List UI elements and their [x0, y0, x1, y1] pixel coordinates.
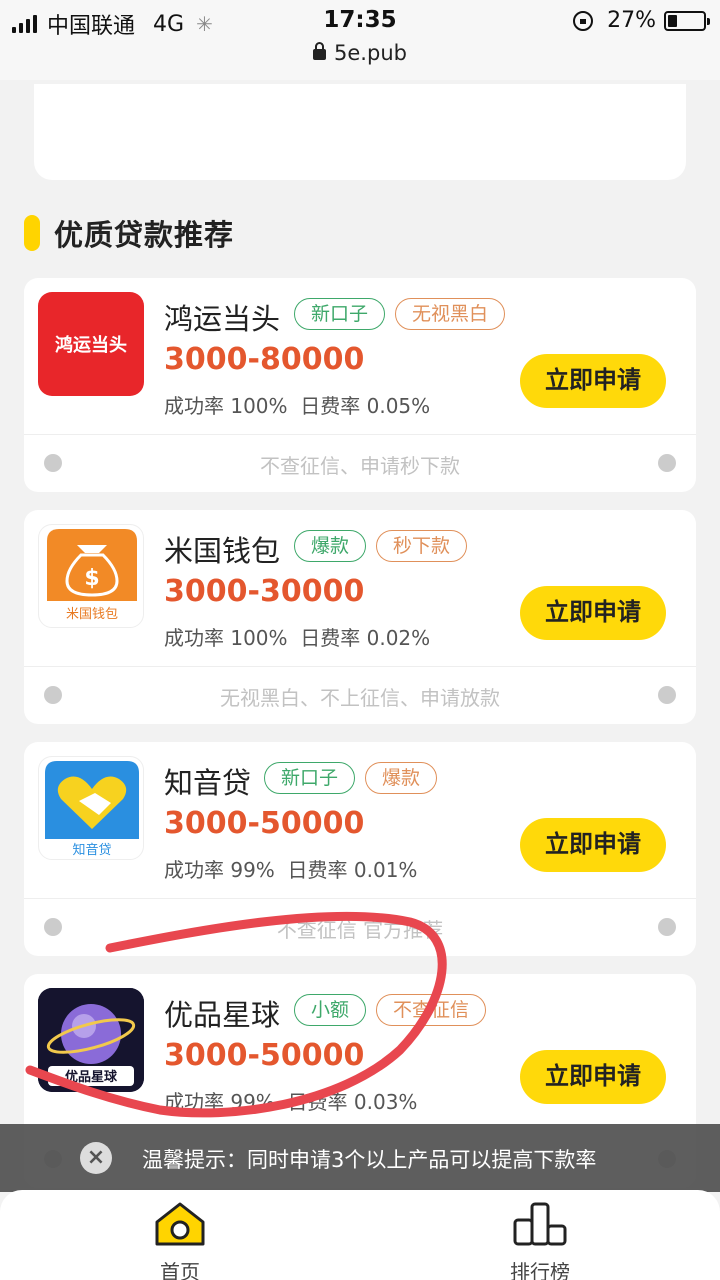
product-card[interactable]: $ 米国钱包 米国钱包 爆款 秒下款 3000-30000 成功率 100% 日… [24, 510, 696, 724]
product-tag: 新口子 [294, 298, 386, 330]
product-tag: 爆款 [365, 762, 438, 794]
product-logo: $ 米国钱包 [38, 524, 144, 628]
product-note: 不查征信、申请秒下款 [260, 454, 460, 478]
product-tag: 小额 [294, 994, 367, 1026]
lock-icon [313, 42, 327, 60]
product-stats: 成功率 99% 日费率 0.01% [164, 854, 417, 883]
product-tag: 爆款 [294, 530, 367, 562]
divider [24, 434, 696, 435]
loan-amount: 3000-80000 [164, 342, 365, 377]
home-icon [155, 1202, 205, 1246]
handshake-heart-icon: 知音贷 [41, 759, 143, 859]
product-logo: 知音贷 [38, 756, 144, 860]
product-tags: 新口子 无视黑白 [294, 298, 506, 330]
divider [24, 666, 696, 667]
product-tag: 新口子 [264, 762, 356, 794]
product-tags: 新口子 爆款 [264, 762, 438, 794]
svg-text:优品星球: 优品星球 [65, 1069, 118, 1085]
divider [24, 898, 696, 899]
product-note: 不查征信 官方推荐 [276, 918, 444, 942]
daily-rate: 日费率 0.02% [300, 626, 431, 650]
status-bar: 中国联通 4G ✳ 17:35 27% [0, 0, 720, 42]
product-name: 优品星球 [164, 998, 281, 1032]
section-header: 优质贷款推荐 [24, 212, 234, 254]
battery-icon [664, 10, 710, 31]
loan-amount: 3000-30000 [164, 574, 365, 609]
daily-rate: 日费率 0.01% [287, 858, 418, 882]
success-rate: 成功率 99% [164, 858, 275, 882]
tip-message: 温馨提示：同时申请3个以上产品可以提高下款率 [142, 1148, 597, 1172]
product-tag: 秒下款 [376, 530, 468, 562]
url-text: 5e.pub [334, 41, 407, 65]
bottom-tab-bar: 首页 排行榜 [0, 1190, 720, 1280]
apply-button[interactable]: 立即申请 [520, 586, 666, 640]
product-tag: 无视黑白 [395, 298, 506, 330]
product-name: 米国钱包 [164, 534, 281, 568]
tip-toast: × 温馨提示：同时申请3个以上产品可以提高下款率 [0, 1124, 720, 1192]
banner-card [34, 84, 686, 180]
apply-button[interactable]: 立即申请 [520, 1050, 666, 1104]
success-rate: 成功率 100% [164, 394, 288, 418]
product-note: 无视黑白、不上征信、申请放款 [220, 686, 500, 710]
product-name: 知音贷 [164, 766, 252, 800]
daily-rate: 日费率 0.03% [287, 1090, 418, 1114]
product-stats: 成功率 100% 日费率 0.05% [164, 390, 430, 419]
planet-icon: 优品星球 [38, 988, 144, 1092]
success-rate: 成功率 99% [164, 1090, 275, 1114]
product-name: 鸿运当头 [164, 302, 281, 336]
tab-ranking[interactable]: 排行榜 [480, 1200, 600, 1280]
tab-home-label: 首页 [160, 1260, 200, 1280]
product-logo: 鸿运当头 [38, 292, 144, 396]
svg-text:$: $ [84, 566, 99, 591]
section-accent-bar [24, 215, 40, 251]
tab-home[interactable]: 首页 [120, 1200, 240, 1280]
address-bar[interactable]: 5e.pub [0, 40, 720, 80]
close-icon[interactable]: × [80, 1142, 112, 1174]
orientation-lock-icon [573, 10, 594, 31]
loan-amount: 3000-50000 [164, 806, 365, 841]
tab-ranking-label: 排行榜 [510, 1260, 570, 1280]
money-bag-icon: $ 米国钱包 [41, 527, 143, 627]
podium-icon [513, 1202, 567, 1246]
product-card[interactable]: 鸿运当头 鸿运当头 新口子 无视黑白 3000-80000 成功率 100% 日… [24, 278, 696, 492]
product-tags: 爆款 秒下款 [294, 530, 468, 562]
product-card[interactable]: 知音贷 知音贷 新口子 爆款 3000-50000 成功率 99% 日费率 0.… [24, 742, 696, 956]
apply-button[interactable]: 立即申请 [520, 354, 666, 408]
battery-percent: 27% [607, 8, 656, 33]
product-logo: 优品星球 [38, 988, 144, 1092]
product-tag: 不查征信 [376, 994, 487, 1026]
svg-text:米国钱包: 米国钱包 [66, 607, 118, 622]
product-stats: 成功率 100% 日费率 0.02% [164, 622, 430, 651]
svg-text:知音贷: 知音贷 [72, 842, 111, 858]
daily-rate: 日费率 0.05% [300, 394, 431, 418]
product-stats: 成功率 99% 日费率 0.03% [164, 1086, 417, 1115]
apply-button[interactable]: 立即申请 [520, 818, 666, 872]
loan-amount: 3000-50000 [164, 1038, 365, 1073]
product-tags: 小额 不查征信 [294, 994, 487, 1026]
success-rate: 成功率 100% [164, 626, 288, 650]
section-title: 优质贷款推荐 [54, 218, 235, 252]
